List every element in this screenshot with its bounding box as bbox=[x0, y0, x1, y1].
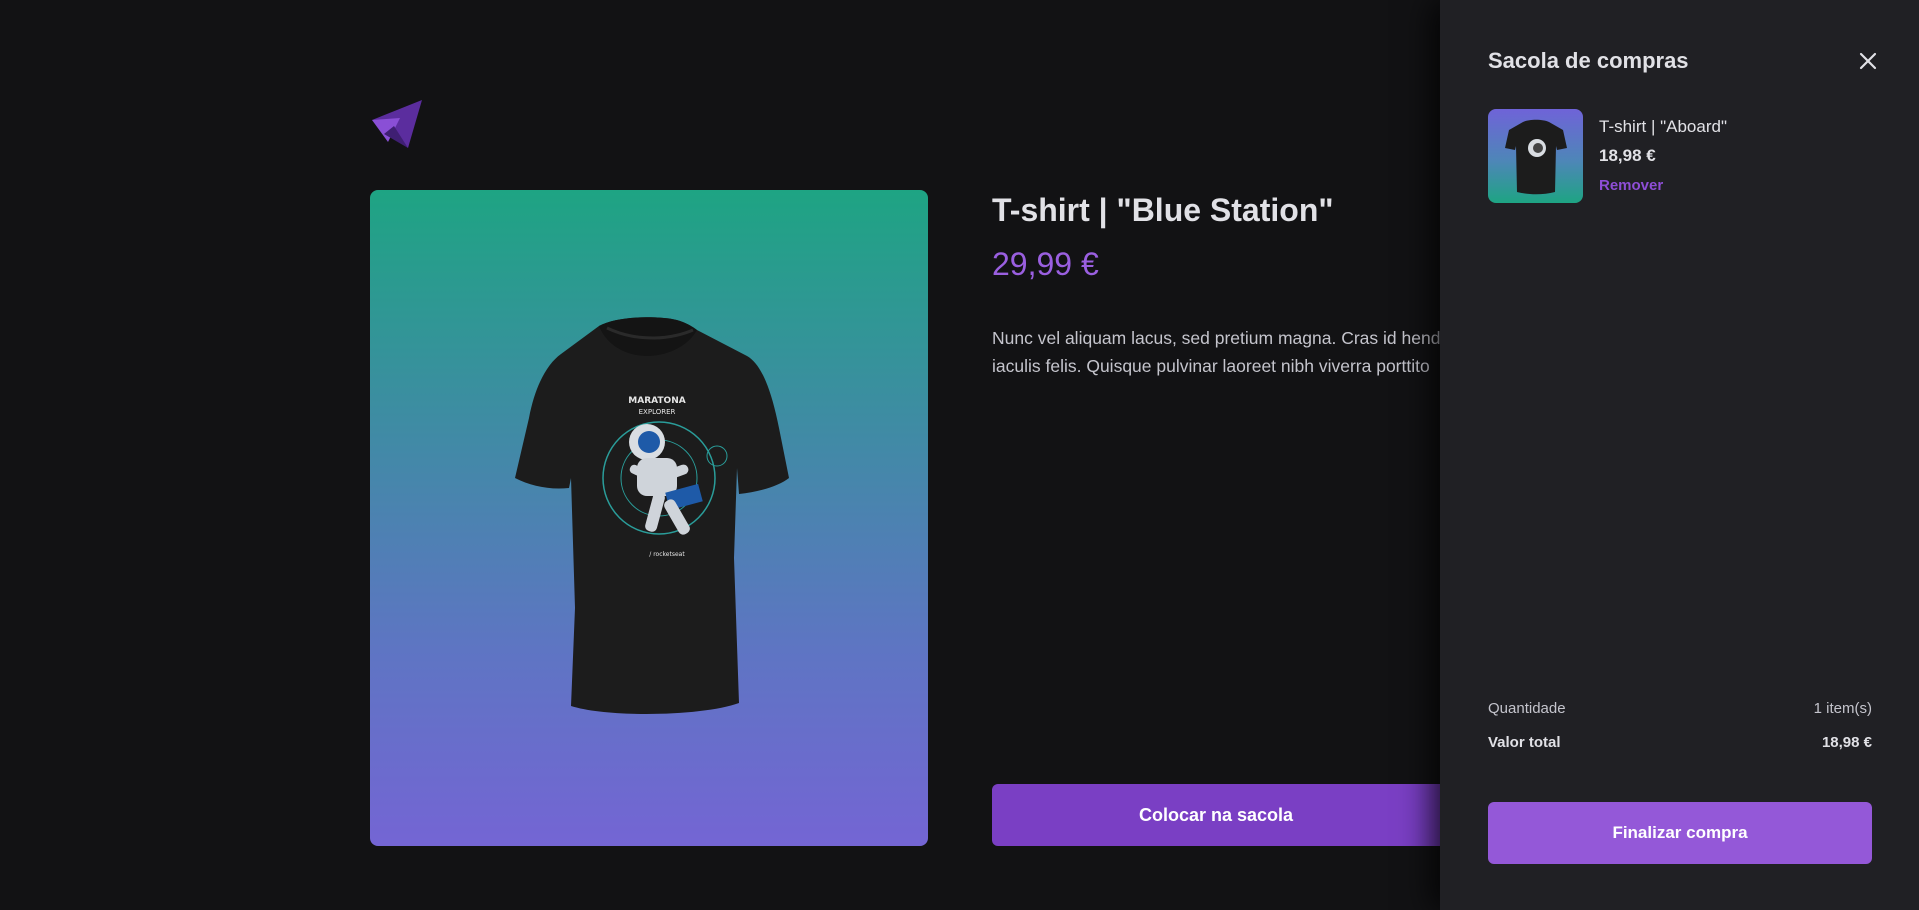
print-text-2: EXPLORER bbox=[639, 408, 676, 416]
print-text-1: MARATONA bbox=[628, 396, 685, 406]
tshirt-image: MARATONA EXPLORER / rocketseat bbox=[515, 317, 789, 714]
total-row: Valor total 18,98 € bbox=[1488, 734, 1872, 751]
product-page: MARATONA EXPLORER / rocketseat T-shirt |… bbox=[0, 0, 1919, 910]
description-line-1: Nunc vel aliquam lacus, sed pretium magn… bbox=[992, 328, 1441, 348]
description-line-2: iaculis felis. Quisque pulvinar laoreet … bbox=[992, 356, 1430, 376]
product-price: 29,99 € bbox=[992, 246, 1099, 282]
cart-item-price: 18,98 € bbox=[1599, 146, 1656, 165]
close-icon bbox=[1859, 52, 1877, 70]
total-value: 18,98 € bbox=[1821, 734, 1872, 751]
close-cart-button[interactable] bbox=[1857, 50, 1879, 72]
product-image: MARATONA EXPLORER / rocketseat bbox=[370, 190, 928, 846]
product-details: T-shirt | "Blue Station" 29,99 € Nunc ve… bbox=[992, 190, 1552, 846]
cart-drawer: Sacola de compras T-shirt | "Aboard" 18,… bbox=[1440, 0, 1919, 910]
checkout-button[interactable]: Finalizar compra bbox=[1488, 802, 1872, 864]
quantity-value: 1 item(s) bbox=[1813, 700, 1872, 717]
total-label: Valor total bbox=[1488, 734, 1561, 751]
tshirt-thumbnail-image bbox=[1504, 119, 1567, 195]
cart-summary: Quantidade 1 item(s) Valor total 18,98 € bbox=[1488, 700, 1872, 751]
quantity-label: Quantidade bbox=[1488, 700, 1566, 717]
remove-item-button[interactable]: Remover bbox=[1599, 177, 1663, 194]
product-title: T-shirt | "Blue Station" bbox=[992, 192, 1334, 228]
cart-item-thumbnail bbox=[1488, 109, 1583, 203]
product-description: Nunc vel aliquam lacus, sed pretium magn… bbox=[992, 324, 1440, 380]
ignite-shop-logo[interactable] bbox=[370, 98, 424, 152]
cart-title: Sacola de compras bbox=[1488, 48, 1689, 73]
quantity-row: Quantidade 1 item(s) bbox=[1488, 700, 1872, 717]
cart-item-name: T-shirt | "Aboard" bbox=[1599, 117, 1727, 136]
svg-text:/ rocketseat: / rocketseat bbox=[649, 551, 685, 558]
cart-item: T-shirt | "Aboard" 18,98 € Remover bbox=[1488, 109, 1878, 203]
